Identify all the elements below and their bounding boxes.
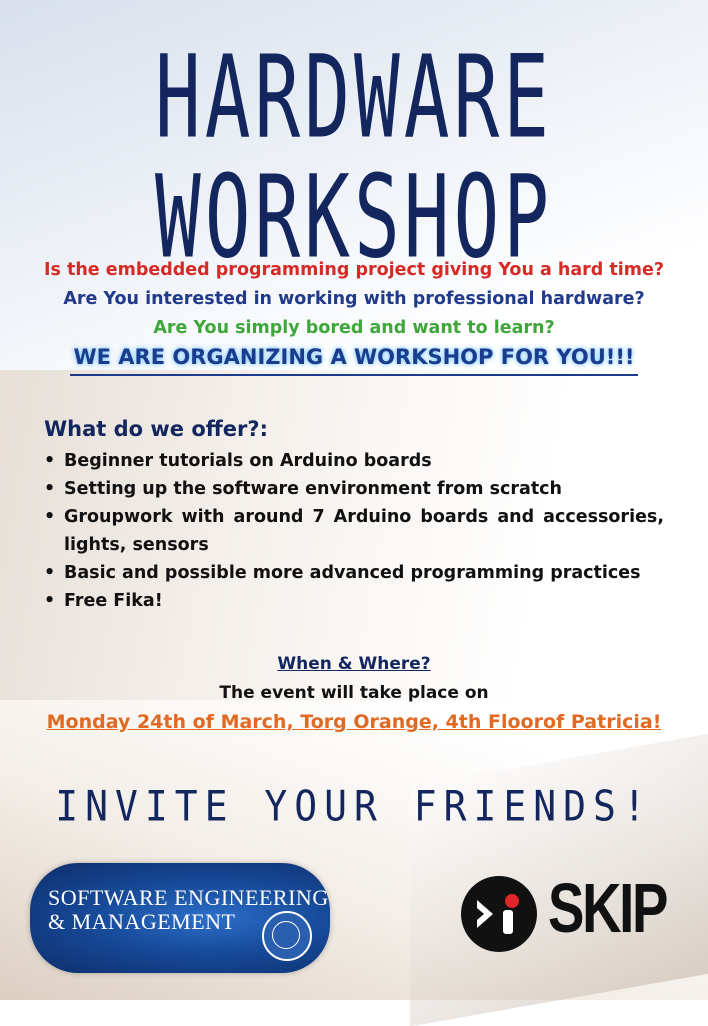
- invite-friends-text: INVITE YOUR FRIENDS!: [55, 781, 653, 831]
- question-hard-time: Is the embedded programming project givi…: [43, 260, 665, 280]
- list-item: • Beginner tutorials on Arduino boards: [44, 447, 664, 475]
- offer-item-text: Basic and possible more advanced program…: [64, 563, 641, 583]
- skip-logo-text: SKIP: [548, 869, 668, 947]
- software-engineering-logo: SOFTWARE ENGINEERING & MANAGEMENT: [30, 863, 330, 973]
- question-bored: Are You simply bored and want to learn?: [153, 318, 555, 338]
- list-item: • Setting up the software environment fro…: [44, 475, 664, 503]
- offer-item-text: Setting up the software environment from…: [64, 479, 563, 499]
- when-where-heading: When & Where?: [277, 654, 431, 674]
- sem-logo-line-1: SOFTWARE ENGINEERING: [48, 885, 329, 910]
- event-date-location: Monday 24th of March, Torg Orange, 4th F…: [46, 711, 662, 733]
- event-intro-text: The event will take place on: [219, 683, 489, 703]
- announcement-underline: [70, 374, 638, 376]
- bullet-icon: •: [44, 563, 56, 583]
- offer-item-text: Free Fika!: [64, 591, 163, 611]
- offer-item-text: Groupwork with around 7 Arduino boards a…: [64, 507, 664, 555]
- question-professional-hardware: Are You interested in working with profe…: [63, 289, 645, 309]
- bullet-icon: •: [44, 507, 56, 527]
- offer-list: • Beginner tutorials on Arduino boards • S…: [44, 447, 664, 615]
- bullet-icon: •: [44, 591, 56, 611]
- university-seal-icon: [262, 911, 312, 961]
- offer-item-text: Beginner tutorials on Arduino boards: [64, 451, 432, 471]
- bullet-icon: •: [44, 451, 56, 471]
- list-item: • Groupwork with around 7 Arduino boards …: [44, 503, 664, 559]
- list-item: • Free Fika!: [44, 587, 664, 615]
- poster-title-line-1: HARDWARE: [154, 30, 554, 164]
- bullet-icon: •: [44, 479, 56, 499]
- sem-logo-line-2: & MANAGEMENT: [48, 909, 236, 934]
- list-item: • Basic and possible more advanced progra…: [44, 559, 664, 587]
- skip-mark-icon: [461, 876, 537, 952]
- workshop-announcement: WE ARE ORGANIZING A WORKSHOP FOR YOU!!!: [73, 345, 635, 369]
- offer-heading: What do we offer?:: [44, 417, 268, 441]
